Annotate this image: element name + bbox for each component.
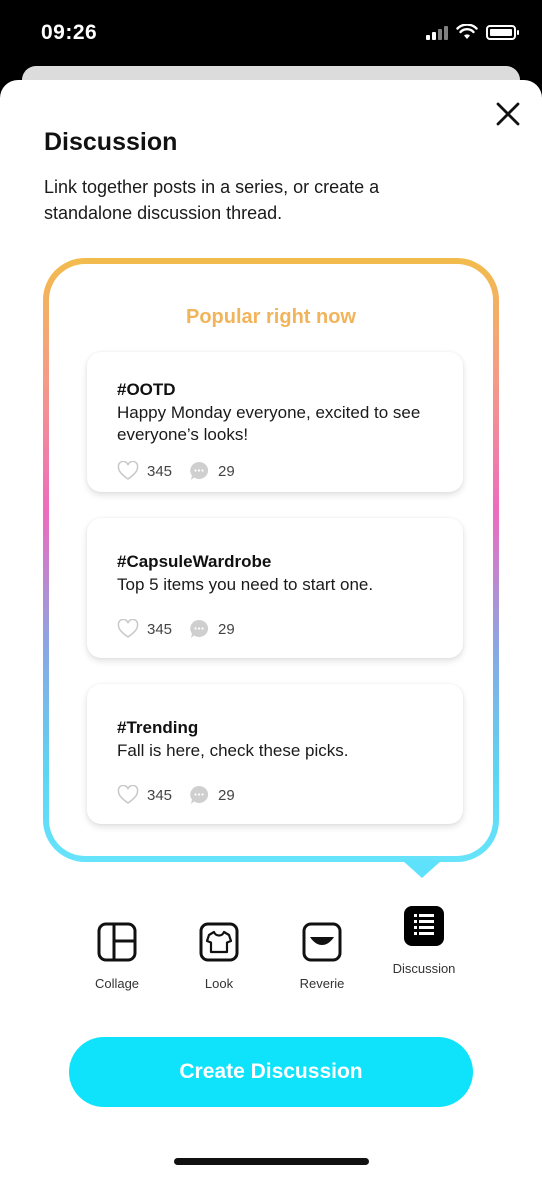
type-label: Discussion (392, 961, 456, 976)
like-count: 345 (147, 786, 173, 804)
type-label: Look (204, 976, 234, 991)
heart-icon[interactable] (117, 461, 139, 481)
post-tag: #Trending (117, 718, 199, 737)
status-icons (426, 24, 519, 40)
battery-icon (486, 24, 519, 40)
comment-count: 29 (218, 620, 235, 638)
comment-icon[interactable] (188, 460, 210, 482)
shirt-icon (199, 922, 239, 962)
like-count: 345 (147, 462, 173, 480)
type-option-reverie[interactable]: Reverie (292, 922, 352, 991)
close-icon[interactable] (494, 100, 522, 128)
type-label: Collage (94, 976, 140, 991)
heart-icon[interactable] (117, 619, 139, 639)
selection-pointer (402, 860, 442, 878)
post-text: Fall is here, check these picks. (117, 741, 349, 760)
popular-preview-card: Popular right now #OOTD Happy Monday eve… (43, 258, 499, 862)
post-card[interactable]: #Trending Fall is here, check these pick… (87, 684, 463, 824)
popular-title: Popular right now (186, 306, 356, 328)
post-tag: #OOTD (117, 380, 176, 399)
reverie-icon (302, 922, 342, 962)
post-card[interactable]: #CapsuleWardrobe Top 5 items you need to… (87, 518, 463, 658)
cellular-signal-icon (426, 25, 448, 40)
comment-icon[interactable] (188, 618, 210, 640)
create-discussion-button[interactable]: Create Discussion (69, 1037, 473, 1107)
sheet-title: Discussion (44, 128, 178, 156)
post-stats: 345 29 (117, 460, 463, 482)
post-stats: 345 29 (117, 784, 463, 806)
status-time: 09:26 (41, 21, 98, 44)
like-count: 345 (147, 620, 173, 638)
type-label: Reverie (299, 976, 345, 991)
comment-count: 29 (218, 462, 235, 480)
type-option-collage[interactable]: Collage (87, 922, 147, 991)
type-option-look[interactable]: Look (189, 922, 249, 991)
post-tag: #CapsuleWardrobe (117, 552, 272, 571)
discussion-list-icon (404, 906, 444, 946)
home-indicator (174, 1158, 369, 1165)
post-text: Happy Monday everyone, excited to see ev… (117, 403, 421, 444)
create-post-sheet: Discussion Link together posts in a seri… (0, 80, 542, 1177)
type-option-discussion[interactable]: Discussion (384, 906, 464, 976)
sheet-description: Link together posts in a series, or crea… (44, 177, 380, 223)
post-text: Top 5 items you need to start one. (117, 575, 374, 594)
post-card[interactable]: #OOTD Happy Monday everyone, excited to … (87, 352, 463, 492)
wifi-icon (456, 24, 478, 39)
popular-preview-inner: Popular right now #OOTD Happy Monday eve… (49, 264, 493, 856)
comment-icon[interactable] (188, 784, 210, 806)
collage-icon (97, 922, 137, 962)
comment-count: 29 (218, 786, 235, 804)
post-stats: 345 29 (117, 618, 463, 640)
heart-icon[interactable] (117, 785, 139, 805)
status-bar: 09:26 (0, 0, 542, 70)
